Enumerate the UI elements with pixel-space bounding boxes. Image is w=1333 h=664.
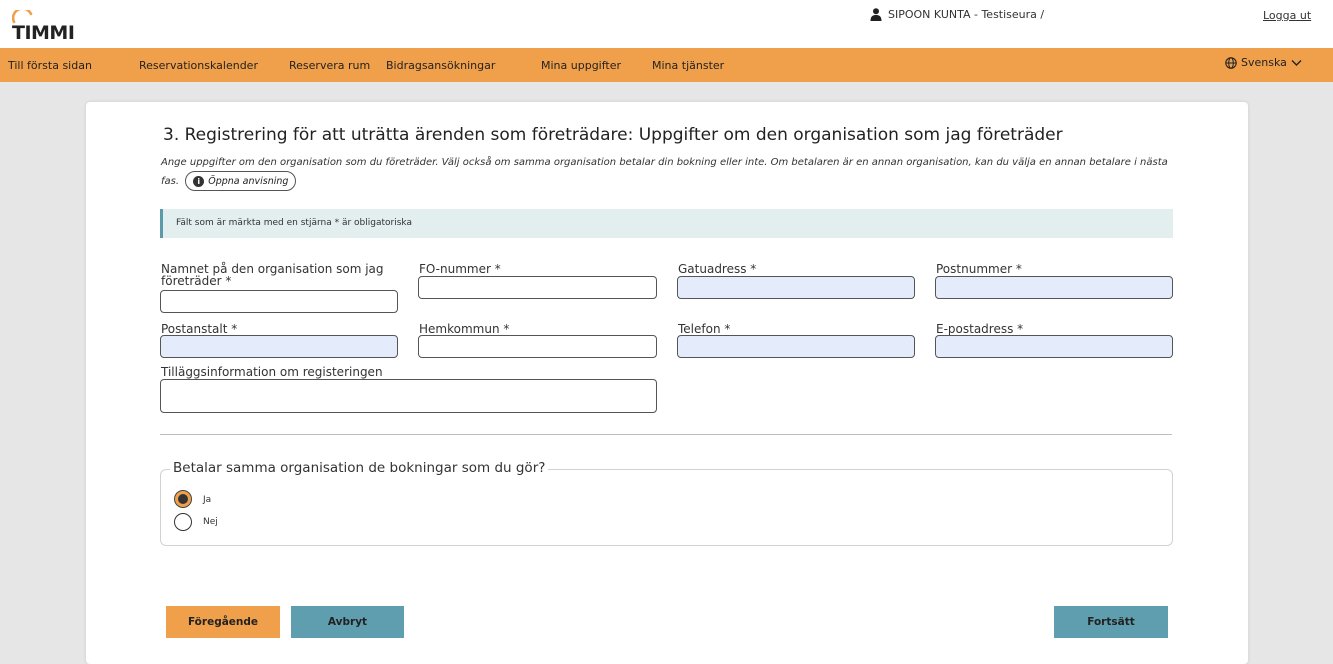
language-label: Svenska [1241, 56, 1287, 69]
page-title: 3. Registrering för att uträtta ärenden … [163, 125, 1063, 145]
additional-info-label: Tilläggsinformation om registeringen [161, 365, 383, 379]
continue-button[interactable]: Fortsätt [1054, 606, 1168, 638]
payer-question: Betalar samma organisation de bokningar … [170, 460, 549, 476]
payer-radio-no[interactable] [174, 513, 192, 531]
fo-number-label: FO-nummer * [419, 262, 501, 276]
cancel-button[interactable]: Avbryt [291, 606, 404, 638]
required-fields-notice: Fält som är märkta med en stjärna * är o… [160, 209, 1173, 238]
main-nav: Till första sidan Reservationskalender R… [0, 48, 1333, 82]
phone-input[interactable] [677, 335, 915, 358]
municipality-input[interactable] [418, 335, 657, 358]
language-selector[interactable]: Svenska [1225, 56, 1302, 69]
org-name-label: Namnet på den organisation som jag föret… [161, 262, 384, 288]
fo-number-input[interactable] [418, 276, 657, 299]
payer-fieldset [160, 469, 1173, 546]
chevron-down-icon [1291, 59, 1302, 66]
phone-label: Telefon * [678, 322, 731, 336]
org-name-input[interactable] [160, 290, 398, 313]
open-guide-label: Öppna anvisning [208, 175, 289, 187]
post-office-input[interactable] [160, 335, 398, 358]
previous-button[interactable]: Föregående [166, 606, 280, 638]
nav-item-reserve-room[interactable]: Reservera rum [289, 59, 370, 72]
page-description: Ange uppgifter om den organisation som d… [161, 154, 1171, 191]
info-icon: i [193, 175, 205, 187]
logout-link[interactable]: Logga ut [1263, 9, 1311, 22]
open-guide-button[interactable]: i Öppna anvisning [185, 171, 297, 191]
description-text: Ange uppgifter om den organisation som d… [161, 157, 1168, 187]
top-bar: TIMMI SIPOON KUNTA - Testiseura / Logga … [0, 0, 1333, 48]
person-icon [870, 8, 882, 21]
nav-item-calendar[interactable]: Reservationskalender [139, 59, 258, 72]
email-input[interactable] [935, 335, 1173, 358]
nav-item-my-services[interactable]: Mina tjänster [652, 59, 724, 72]
section-divider [160, 434, 1172, 435]
nav-item-grants[interactable]: Bidragsansökningar [386, 59, 495, 72]
user-label: SIPOON KUNTA - Testiseura / [888, 8, 1045, 21]
payer-radio-yes-label: Ja [203, 495, 212, 505]
current-user: SIPOON KUNTA - Testiseura / [870, 8, 1044, 21]
additional-info-textarea[interactable] [160, 379, 657, 413]
timmi-logo[interactable]: TIMMI [12, 10, 92, 44]
payer-radio-yes[interactable] [174, 490, 192, 508]
postal-code-label: Postnummer * [936, 262, 1022, 276]
street-label: Gatuadress * [678, 262, 757, 276]
nav-item-my-details[interactable]: Mina uppgifter [541, 59, 621, 72]
logo-text: TIMMI [12, 22, 75, 44]
globe-icon [1225, 56, 1237, 69]
payer-radio-no-label: Nej [203, 517, 218, 527]
street-input[interactable] [677, 276, 915, 299]
postal-code-input[interactable] [935, 276, 1173, 299]
nav-item-home[interactable]: Till första sidan [8, 59, 92, 72]
email-label: E-postadress * [936, 322, 1024, 336]
municipality-label: Hemkommun * [419, 322, 510, 336]
post-office-label: Postanstalt * [161, 322, 238, 336]
